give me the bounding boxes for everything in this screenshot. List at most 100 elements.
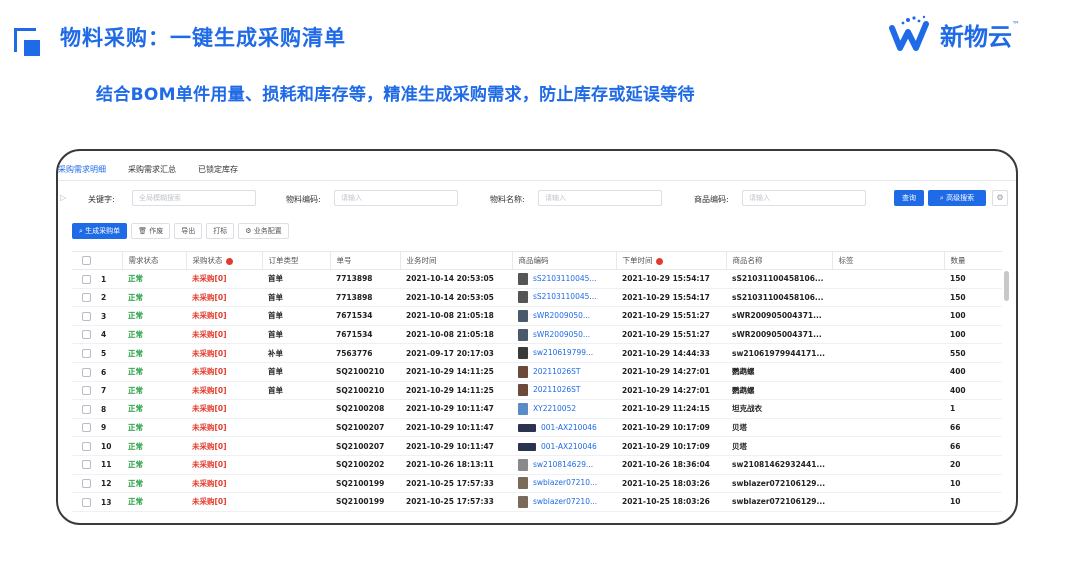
select-all-checkbox[interactable] xyxy=(72,251,122,270)
tab-purchase-detail[interactable]: 采购需求明细 xyxy=(58,161,106,181)
purchase-status-cell: 未采购[0] xyxy=(186,288,262,308)
product-code-label: 商品编码: xyxy=(694,195,729,204)
product-thumbnail xyxy=(518,347,528,360)
row-checkbox[interactable]: 12 xyxy=(72,474,122,494)
demand-status-cell: 正常 xyxy=(122,474,186,494)
row-checkbox[interactable]: 1 xyxy=(72,269,122,289)
col-demand-status[interactable]: 需求状态 xyxy=(121,251,186,270)
product-code-cell[interactable]: 20211026ST xyxy=(512,381,616,401)
product-code-link[interactable]: swblazer07210... xyxy=(533,497,597,506)
table-row[interactable]: 13 正常 未采购[0] SQ2100199 2021-10-25 17:57:33 sw… xyxy=(72,492,1002,512)
row-checkbox[interactable]: 5 xyxy=(72,343,122,363)
table-row[interactable]: 4 正常 未采购[0] 首单 7671534 2021-10-08 21:05:18 sWR… xyxy=(72,325,1002,345)
product-code-input[interactable]: 请输入 xyxy=(742,190,866,206)
table-row[interactable]: 10 正常 未采购[0] SQ2100207 2021-10-29 10:11:47 00… xyxy=(72,436,1002,456)
product-code-link[interactable]: XY2210052 xyxy=(533,404,576,413)
tag-cell xyxy=(832,306,944,326)
product-code-cell[interactable]: 20211026ST xyxy=(512,362,616,382)
table-row[interactable]: 1 正常 未采购[0] 首单 7713898 2021-10-14 20:53:05 sS2… xyxy=(72,269,1002,289)
product-code-cell[interactable]: sw210619799... xyxy=(512,343,616,363)
product-code-link[interactable]: swblazer07210... xyxy=(533,478,597,487)
col-order-number[interactable]: 单号 xyxy=(329,251,400,270)
product-code-link[interactable]: 001-AX210046 xyxy=(541,423,597,432)
product-code-link[interactable]: 20211026ST xyxy=(533,385,581,394)
product-code-cell[interactable]: sWR2009050... xyxy=(512,306,616,326)
purchase-status-cell: 未采购[0] xyxy=(186,269,262,289)
table-row[interactable]: 8 正常 未采购[0] SQ2100208 2021-10-29 10:11:47 XY2… xyxy=(72,399,1002,419)
product-code-cell[interactable]: XY2210052 xyxy=(512,399,616,419)
col-purchase-status[interactable]: 采购状态 xyxy=(185,251,262,270)
material-code-input[interactable]: 请输入 xyxy=(334,190,458,206)
product-code-link[interactable]: sWR2009050... xyxy=(533,330,590,339)
tab-purchase-summary[interactable]: 采购需求汇总 xyxy=(128,161,176,181)
product-code-cell[interactable]: swblazer07210... xyxy=(512,474,616,494)
demand-status-cell: 正常 xyxy=(122,399,186,419)
row-checkbox[interactable]: 11 xyxy=(72,455,122,475)
tab-locked-stock[interactable]: 已锁定库存 xyxy=(198,161,238,181)
col-product-name[interactable]: 商品名称 xyxy=(725,251,832,270)
table-row[interactable]: 11 正常 未采购[0] SQ2100202 2021-10-26 18:13:11 sw… xyxy=(72,455,1002,475)
row-checkbox[interactable]: 8 xyxy=(72,399,122,419)
col-product-code[interactable]: 商品编码 xyxy=(511,251,616,270)
product-code-link[interactable]: sS2103110045... xyxy=(533,292,597,301)
query-button[interactable]: 查询 xyxy=(894,190,924,206)
business-config-button[interactable]: ⚙ 业务配置 xyxy=(238,223,289,239)
table-row[interactable]: 7 正常 未采购[0] 首单 SQ2100210 2021-10-29 14:11:25 2… xyxy=(72,381,1002,401)
product-thumbnail xyxy=(518,328,528,341)
product-code-link[interactable]: sWR2009050... xyxy=(533,311,590,320)
product-code-link[interactable]: 001-AX210046 xyxy=(541,442,597,451)
product-code-link[interactable]: sw210619799... xyxy=(533,348,593,357)
table-row[interactable]: 3 正常 未采购[0] 首单 7671534 2021-10-08 21:05:18 sWR… xyxy=(72,306,1002,326)
product-code-cell[interactable]: sWR2009050... xyxy=(512,325,616,345)
product-code-cell[interactable]: swblazer07210... xyxy=(512,492,616,512)
table-row[interactable]: 12 正常 未采购[0] SQ2100199 2021-10-25 17:57:33 sw… xyxy=(72,474,1002,494)
row-checkbox[interactable]: 4 xyxy=(72,325,122,345)
advanced-search-button[interactable]: ⌕ 高级搜索 xyxy=(928,190,986,206)
brand-name: 新物云 xyxy=(940,22,1012,51)
product-code-cell[interactable]: sS2103110045... xyxy=(512,269,616,289)
keyword-label: 关键字: xyxy=(88,195,115,204)
table-row[interactable]: 9 正常 未采购[0] SQ2100207 2021-10-29 10:11:47 001… xyxy=(72,418,1002,438)
row-checkbox[interactable]: 2 xyxy=(72,288,122,308)
demand-status-cell: 正常 xyxy=(122,343,186,363)
collapse-arrow-icon[interactable]: ▷ xyxy=(60,193,66,202)
product-code-link[interactable]: sw210814629... xyxy=(533,460,593,469)
product-name-cell: 贝塔 xyxy=(726,436,832,456)
col-business-time[interactable]: 业务时间 xyxy=(399,251,512,270)
purchase-status-cell: 未采购[0] xyxy=(186,492,262,512)
print-label-button[interactable]: 打标 xyxy=(206,223,235,239)
vertical-scrollbar[interactable] xyxy=(1004,271,1009,301)
product-code-cell[interactable]: 001-AX210046 xyxy=(512,436,616,456)
col-quantity[interactable]: 数量 xyxy=(943,251,1002,270)
col-order-type[interactable]: 订单类型 xyxy=(261,251,330,270)
row-checkbox[interactable]: 10 xyxy=(72,436,122,456)
table-row[interactable]: 6 正常 未采购[0] 首单 SQ2100210 2021-10-29 14:11:25 2… xyxy=(72,362,1002,382)
tag-cell xyxy=(832,343,944,363)
row-checkbox[interactable]: 13 xyxy=(72,492,122,512)
purchase-status-cell: 未采购[0] xyxy=(186,306,262,326)
settings-gear-icon[interactable]: ⚙ xyxy=(992,190,1008,206)
page-title: 物料采购：一键生成采购清单 xyxy=(60,26,346,50)
product-code-link[interactable]: sS2103110045... xyxy=(533,274,597,283)
keyword-input[interactable]: 全局模糊搜索 xyxy=(132,190,256,206)
tab-divider xyxy=(58,180,1016,181)
row-checkbox[interactable]: 7 xyxy=(72,381,122,401)
export-button[interactable]: 导出 xyxy=(174,223,203,239)
row-checkbox[interactable]: 9 xyxy=(72,418,122,438)
product-code-cell[interactable]: 001-AX210046 xyxy=(512,418,616,438)
table-row[interactable]: 2 正常 未采购[0] 首单 7713898 2021-10-14 20:53:05 sS2… xyxy=(72,288,1002,308)
table-row[interactable]: 5 正常 未采购[0] 补单 7563776 2021-09-17 20:17:03 sw2… xyxy=(72,343,1002,363)
col-tag[interactable]: 标签 xyxy=(831,251,944,270)
order-time-cell: 2021-10-29 15:51:27 xyxy=(616,306,726,326)
void-button[interactable]: 🗑 作废 xyxy=(131,223,171,239)
generate-purchase-order-button[interactable]: ⌕ 生成采购单 xyxy=(72,223,128,239)
generate-label: 生成采购单 xyxy=(85,227,121,235)
product-code-cell[interactable]: sw210814629... xyxy=(512,455,616,475)
product-code-link[interactable]: 20211026ST xyxy=(533,367,581,376)
row-checkbox[interactable]: 6 xyxy=(72,362,122,382)
row-checkbox[interactable]: 3 xyxy=(72,306,122,326)
col-order-time[interactable]: 下单时间 xyxy=(615,251,726,270)
product-code-cell[interactable]: sS2103110045... xyxy=(512,288,616,308)
purchase-status-cell: 未采购[0] xyxy=(186,381,262,401)
material-name-input[interactable]: 请输入 xyxy=(538,190,662,206)
